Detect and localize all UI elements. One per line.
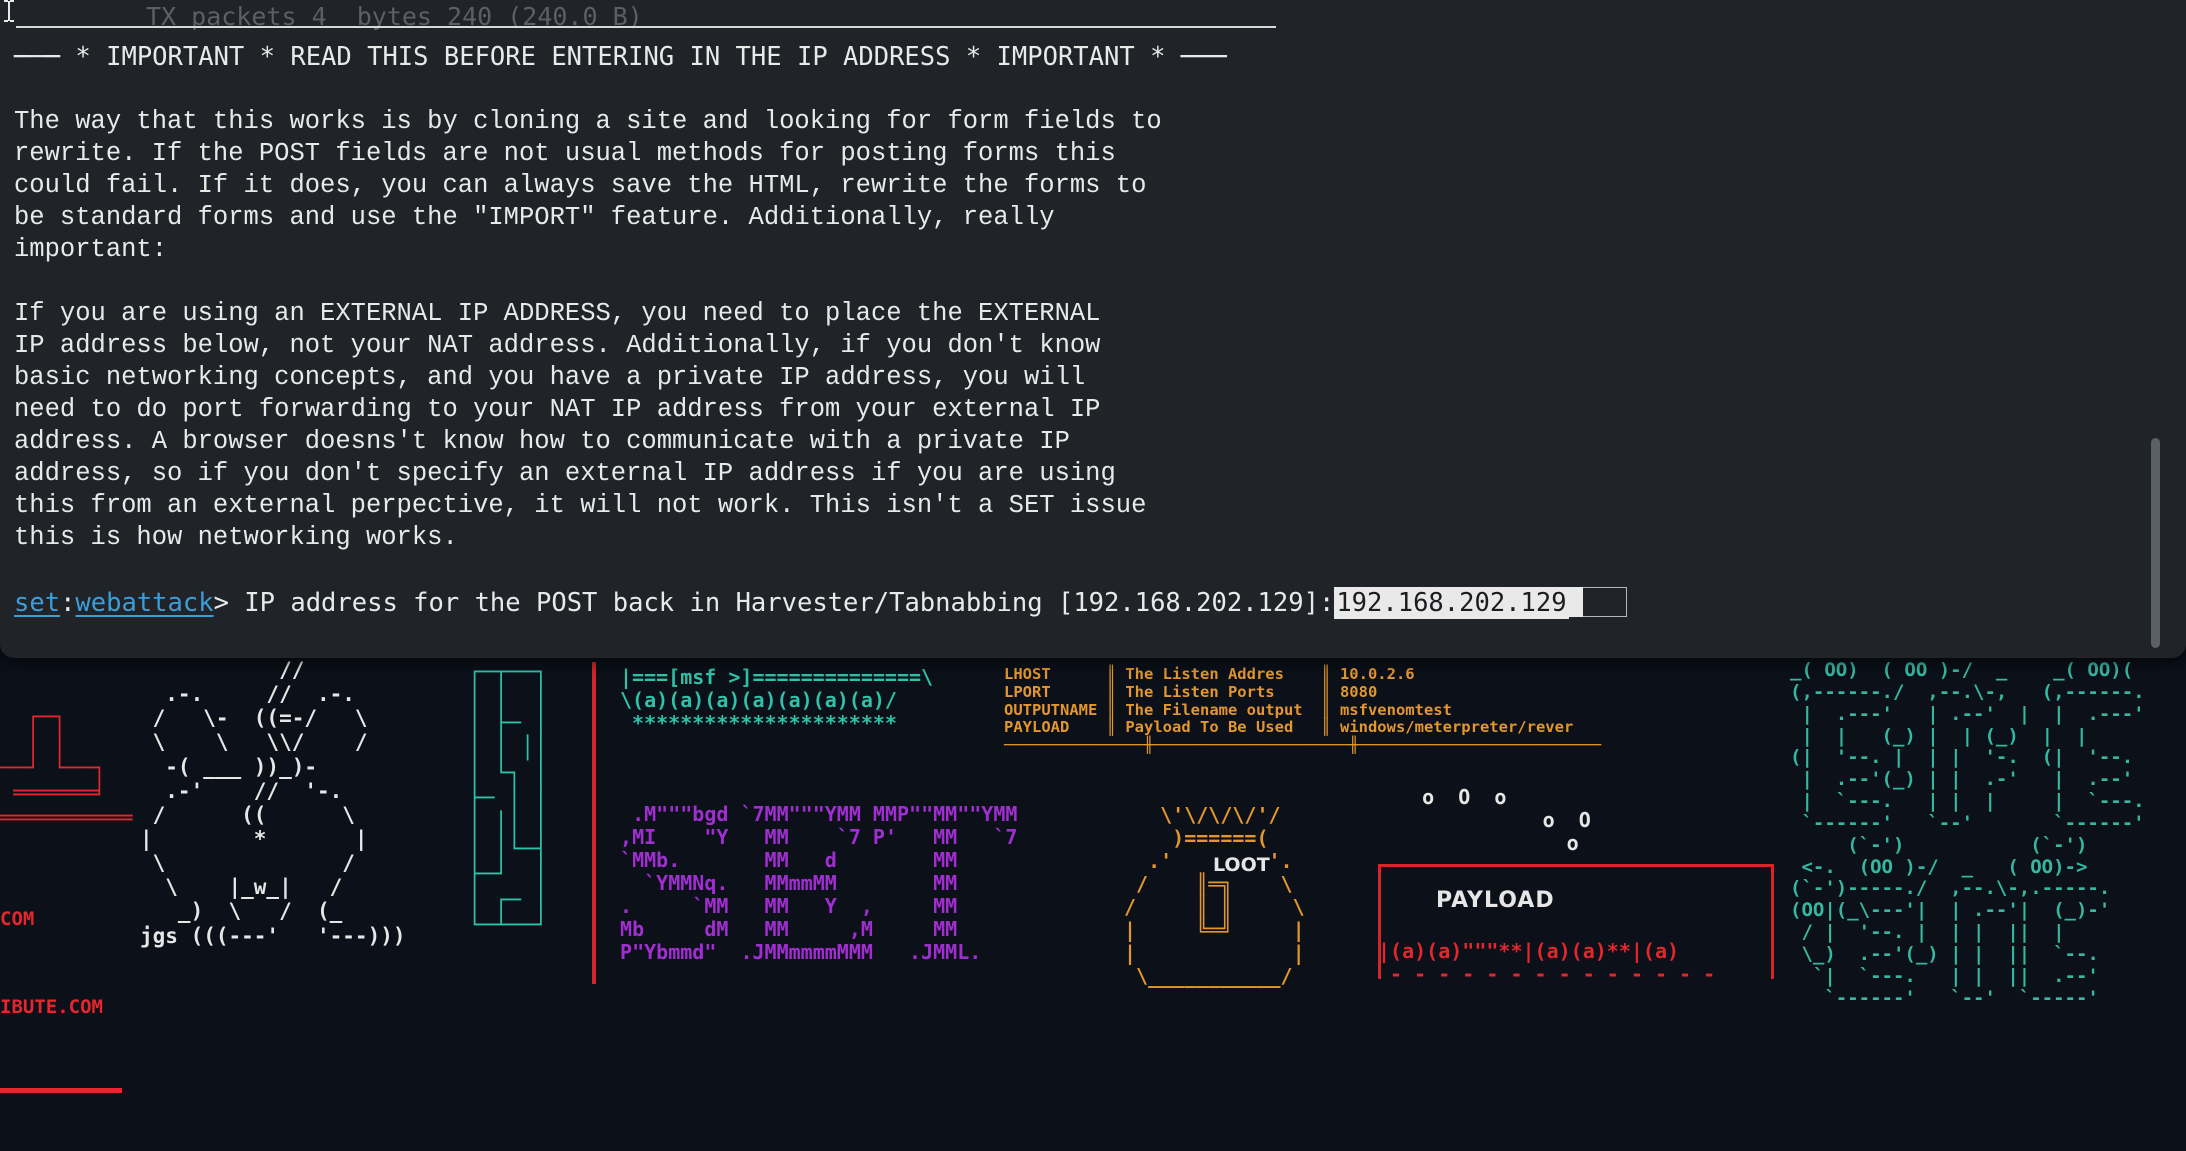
- terminal-scrollbar[interactable]: [2151, 438, 2160, 648]
- red-divider-bar: [592, 662, 596, 984]
- left-ascii-art: ┌─┐ │ │ ──┘ └──┐ ══════╛ ══════════: [0, 705, 133, 832]
- top-rule: [16, 26, 1276, 28]
- command-prompt: set:webattack> IP address for the POST b…: [14, 586, 1627, 620]
- left-url-art: COM IBUTE.COM: [0, 846, 122, 1151]
- text-cursor-icon: [4, 0, 14, 22]
- prompt-module-prefix[interactable]: set: [14, 588, 60, 618]
- info-paragraph-1: The way that this works is by cloning a …: [14, 107, 1162, 264]
- left-url-line-2: IBUTE.COM: [0, 996, 103, 1019]
- important-banner: ─── * IMPORTANT * READ THIS BEFORE ENTER…: [14, 42, 1227, 72]
- prompt-question: > IP address for the POST back in Harves…: [213, 588, 1335, 618]
- prompt-module-name[interactable]: webattack: [75, 588, 213, 618]
- loot-label: LOOT: [1213, 854, 1270, 876]
- loot-bag-art: \'\/\/\/'/ )======( .' '. / ║═╗ \ / ║ ║ …: [1124, 803, 1305, 988]
- input-selection-tail: [1582, 587, 1627, 617]
- train-smoke-art: o O o o O o: [1422, 785, 1591, 855]
- maze-ascii-art: ┌─┬──┐ │ │ │ │ ├─ │ │ │ ││ │ └┐ │ ├─ │ │…: [468, 660, 548, 938]
- set-ascii-art: .M"""bgd `7MM"""YMM MMP""MM""YMM ,MI "Y …: [620, 802, 1018, 964]
- payload-label: PAYLOAD: [1436, 888, 1555, 913]
- info-paragraph-2: If you are using an EXTERNAL IP ADDRESS,…: [14, 299, 1147, 552]
- train-wheels-art: |(a)(a)"""**|(a)(a)**|(a) - - - - - - - …: [1378, 939, 1716, 986]
- prompt-separator: :: [60, 588, 76, 618]
- msf-ascii-art: |===[msf >]==============\ \(a)(a)(a)(a)…: [620, 665, 934, 735]
- ip-address-input[interactable]: 192.168.202.129: [1334, 587, 1569, 619]
- right-ascii-art: _( OO) ( OO )-/ _ _( OO)( (,------./ ,--…: [1790, 659, 2145, 1009]
- left-url-rule: [0, 1087, 122, 1093]
- bear-ascii-art: // .-. // .-. / \- ((=-/ \ \ \ \\/ / -( …: [140, 658, 406, 948]
- text-cursor: [1568, 587, 1583, 617]
- terminal-window[interactable]: TX packets 4 bytes 240 (240.0 B) ─── * I…: [0, 0, 2186, 658]
- left-url-line-1: COM: [0, 907, 35, 930]
- msf-label: [msf >]: [668, 665, 753, 689]
- options-table-art: LHOST ║ The Listen Addres ║ 10.0.2.6 LPO…: [1004, 665, 1602, 755]
